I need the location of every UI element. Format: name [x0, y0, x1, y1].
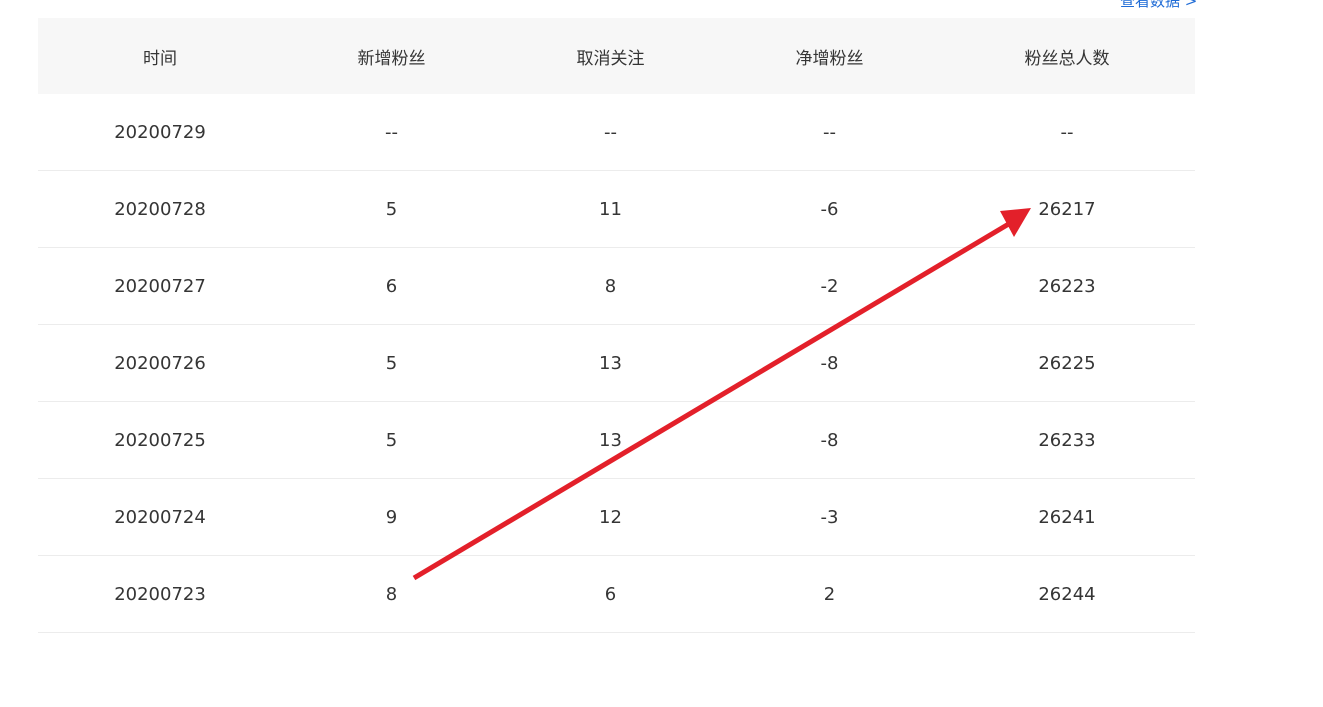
cell-date: 20200727 [38, 247, 282, 325]
cell-total-followers: 26244 [939, 555, 1195, 633]
cell-total-followers: 26223 [939, 247, 1195, 325]
cell-date: 20200729 [38, 94, 282, 171]
cell-net-followers: -3 [720, 478, 939, 556]
cell-new-followers: 5 [282, 324, 501, 402]
cell-total-followers: -- [939, 94, 1195, 171]
cell-total-followers: 26241 [939, 478, 1195, 556]
table-row: 20200729 -- -- -- -- [38, 94, 1195, 171]
cell-new-followers: 5 [282, 170, 501, 248]
cell-net-followers: -2 [720, 247, 939, 325]
cell-total-followers: 26233 [939, 401, 1195, 479]
view-data-link[interactable]: 查看数据 > [1120, 0, 1197, 11]
header-net-followers[interactable]: 净增粉丝 [720, 18, 939, 94]
cell-new-followers: -- [282, 94, 501, 171]
cell-net-followers: -- [720, 94, 939, 171]
cell-unfollows: 13 [501, 324, 720, 402]
cell-unfollows: 6 [501, 555, 720, 633]
cell-unfollows: -- [501, 94, 720, 171]
cell-new-followers: 5 [282, 401, 501, 479]
table-row: 20200727 6 8 -2 26223 [38, 247, 1195, 325]
table-row: 20200725 5 13 -8 26233 [38, 401, 1195, 479]
header-total-followers[interactable]: 粉丝总人数 [939, 18, 1195, 94]
cell-unfollows: 8 [501, 247, 720, 325]
cell-date: 20200725 [38, 401, 282, 479]
table-row: 20200723 8 6 2 26244 [38, 555, 1195, 633]
header-time[interactable]: 时间 [38, 18, 282, 94]
cell-net-followers: -6 [720, 170, 939, 248]
cell-unfollows: 12 [501, 478, 720, 556]
table-header-row: 时间 新增粉丝 取消关注 净增粉丝 粉丝总人数 [38, 18, 1195, 94]
cell-net-followers: -8 [720, 324, 939, 402]
page: 查看数据 > 时间 新增粉丝 取消关注 净增粉丝 粉丝总人数 20200729 … [0, 0, 1323, 707]
cell-date: 20200726 [38, 324, 282, 402]
table-row: 20200726 5 13 -8 26225 [38, 324, 1195, 402]
cell-unfollows: 13 [501, 401, 720, 479]
table-row: 20200724 9 12 -3 26241 [38, 478, 1195, 556]
cell-new-followers: 6 [282, 247, 501, 325]
cell-net-followers: -8 [720, 401, 939, 479]
header-new-followers[interactable]: 新增粉丝 [282, 18, 501, 94]
cell-date: 20200728 [38, 170, 282, 248]
table-body: 20200729 -- -- -- -- 20200728 5 11 -6 26… [38, 94, 1195, 633]
follower-stats-table: 时间 新增粉丝 取消关注 净增粉丝 粉丝总人数 20200729 -- -- -… [38, 18, 1195, 633]
cell-unfollows: 11 [501, 170, 720, 248]
cell-date: 20200724 [38, 478, 282, 556]
cell-new-followers: 8 [282, 555, 501, 633]
cell-total-followers: 26217 [939, 170, 1195, 248]
cell-new-followers: 9 [282, 478, 501, 556]
cell-net-followers: 2 [720, 555, 939, 633]
cell-date: 20200723 [38, 555, 282, 633]
table-row: 20200728 5 11 -6 26217 [38, 170, 1195, 248]
table-header: 时间 新增粉丝 取消关注 净增粉丝 粉丝总人数 [38, 18, 1195, 94]
header-unfollows[interactable]: 取消关注 [501, 18, 720, 94]
cell-total-followers: 26225 [939, 324, 1195, 402]
